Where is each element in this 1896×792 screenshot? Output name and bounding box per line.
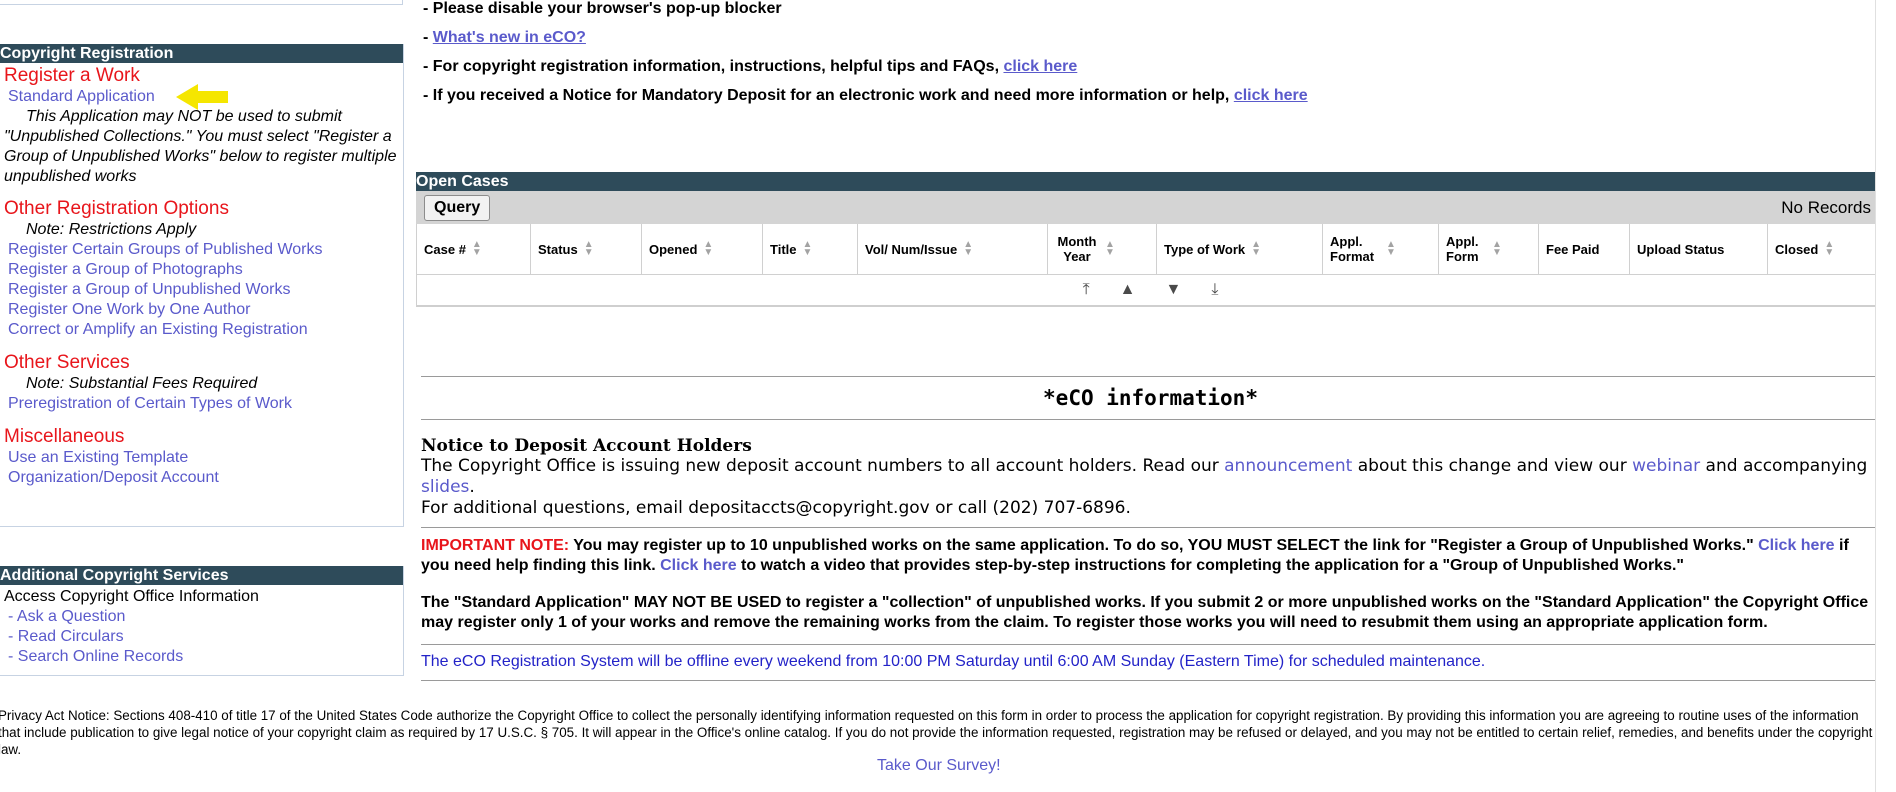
sort-icon[interactable]: ▲ ▼ <box>472 240 482 258</box>
register-group-unpublished-link[interactable]: Register a Group of Unpublished Works <box>0 280 403 300</box>
important-note: IMPORTANT NOTE: You may register up to 1… <box>421 537 1849 574</box>
correct-amplify-link[interactable]: Correct or Amplify an Existing Registrat… <box>0 320 403 340</box>
standard-app-warning: The "Standard Application" MAY NOT BE US… <box>421 594 1869 631</box>
panel-header: Copyright Registration <box>0 44 403 63</box>
sort-icon[interactable]: ▲ ▼ <box>803 240 813 258</box>
standard-app-description: This Application may NOT be used to subm… <box>4 108 397 185</box>
ask-question-link[interactable]: - Ask a Question <box>0 607 403 627</box>
register-groups-published-link[interactable]: Register Certain Groups of Published Wor… <box>0 240 403 260</box>
restrictions-note: Note: Restrictions Apply <box>26 221 197 238</box>
yellow-arrow-icon <box>176 84 228 110</box>
panel-header: Additional Copyright Services <box>0 566 403 585</box>
slides-link[interactable]: slides <box>421 477 469 497</box>
fees-note: Note: Substantial Fees Required <box>26 375 258 392</box>
organization-deposit-link[interactable]: Organization/Deposit Account <box>0 468 403 488</box>
registration-info-item: - For copyright registration information… <box>423 58 1078 75</box>
whats-new-link[interactable]: What's new in eCO? <box>433 29 586 46</box>
query-button[interactable]: Query <box>424 195 491 221</box>
col-type-of-work[interactable]: Type of Work ▲ ▼ <box>1157 224 1323 274</box>
col-closed[interactable]: Closed ▲ ▼ <box>1768 224 1884 274</box>
miscellaneous-heading: Miscellaneous <box>4 426 125 447</box>
first-page-icon[interactable]: ⤒ <box>1083 282 1090 298</box>
sort-icon[interactable]: ▲ ▼ <box>1105 240 1115 258</box>
register-one-work-link[interactable]: Register One Work by One Author <box>0 300 403 320</box>
sort-icon[interactable]: ▲ ▼ <box>1386 240 1396 258</box>
eco-information: *eCO information* Notice to Deposit Acco… <box>421 376 1880 681</box>
notice-bullets: - Please disable your browser's pop-up b… <box>423 0 1308 116</box>
last-page-icon[interactable]: ⤓ <box>1211 282 1218 298</box>
additional-services-panel: Additional Copyright Services Access Cop… <box>0 566 404 676</box>
other-options-heading: Other Registration Options <box>4 198 229 219</box>
col-status[interactable]: Status ▲ ▼ <box>531 224 642 274</box>
mandatory-deposit-link[interactable]: click here <box>1234 87 1308 104</box>
click-here-link[interactable]: Click here <box>1758 537 1834 554</box>
grid-column-headers: Case # ▲ ▼ Status ▲ ▼ Opened ▲ ▼ Title ▲ ▼ Vol/ … <box>416 224 1885 275</box>
whats-new-item: - What's new in eCO? <box>423 29 586 46</box>
col-vol-num-issue[interactable]: Vol/ Num/Issue ▲ ▼ <box>858 224 1048 274</box>
vertical-scrollbar[interactable] <box>1875 0 1896 792</box>
other-services-heading: Other Services <box>4 352 130 373</box>
important-label: IMPORTANT NOTE: <box>421 537 570 554</box>
col-title[interactable]: Title ▲ ▼ <box>763 224 858 274</box>
access-label: Access Copyright Office Information <box>4 588 259 605</box>
survey-link[interactable]: Take Our Survey! <box>877 757 1001 775</box>
col-month-year[interactable]: Month Year ▲ ▼ <box>1048 224 1157 274</box>
deposit-notice-heading: Notice to Deposit Account Holders <box>421 436 752 456</box>
col-fee-paid: Fee Paid <box>1539 224 1630 274</box>
no-records-label: No Records <box>1781 198 1871 217</box>
announcement-link[interactable]: announcement <box>1224 456 1352 476</box>
registration-info-link[interactable]: click here <box>1003 58 1077 75</box>
prev-page-icon[interactable]: ▲ <box>1120 282 1136 298</box>
sort-icon[interactable]: ▲ ▼ <box>703 240 713 258</box>
col-case[interactable]: Case # ▲ ▼ <box>417 224 531 274</box>
grid-toolbar: Query No Records <box>416 191 1885 224</box>
eco-info-title: *eCO information* <box>1043 386 1258 410</box>
preregistration-link[interactable]: Preregistration of Certain Types of Work <box>0 394 403 414</box>
sort-icon[interactable]: ▲ ▼ <box>1492 240 1502 258</box>
read-circulars-link[interactable]: - Read Circulars <box>0 627 403 647</box>
webinar-link[interactable]: webinar <box>1632 456 1700 476</box>
sort-icon[interactable]: ▲ ▼ <box>963 240 973 258</box>
mandatory-deposit-item: - If you received a Notice for Mandatory… <box>423 87 1308 104</box>
next-page-icon[interactable]: ▼ <box>1166 282 1182 298</box>
open-cases-title: Open Cases <box>416 172 1885 191</box>
grid-pager: ⤒ ▲ ▼ ⤓ <box>416 275 1885 307</box>
deposit-notice-text: The Copyright Office is issuing new depo… <box>421 456 1868 518</box>
col-appl-format[interactable]: Appl. Format ▲ ▼ <box>1323 224 1439 274</box>
open-cases-grid: Open Cases Query No Records Case # ▲ ▼ Sta… <box>416 172 1885 307</box>
col-upload-status: Upload Status <box>1630 224 1768 274</box>
copyright-registration-panel: Copyright Registration Register a Work S… <box>0 44 404 527</box>
sidebar-top-box <box>0 0 403 5</box>
sort-icon[interactable]: ▲ ▼ <box>1824 240 1834 258</box>
popup-blocker-note: - Please disable your browser's pop-up b… <box>423 0 782 17</box>
sort-icon[interactable]: ▲ ▼ <box>584 240 594 258</box>
existing-template-link[interactable]: Use an Existing Template <box>0 448 403 468</box>
sort-icon[interactable]: ▲ ▼ <box>1251 240 1261 258</box>
search-records-link[interactable]: - Search Online Records <box>0 647 403 667</box>
register-group-photographs-link[interactable]: Register a Group of Photographs <box>0 260 403 280</box>
offline-notice: The eCO Registration System will be offl… <box>421 653 1486 670</box>
col-appl-form[interactable]: Appl. Form ▲ ▼ <box>1439 224 1539 274</box>
col-opened[interactable]: Opened ▲ ▼ <box>642 224 763 274</box>
video-link[interactable]: Click here <box>660 557 736 574</box>
privacy-act-notice: Privacy Act Notice: Sections 408-410 of … <box>0 708 1873 757</box>
